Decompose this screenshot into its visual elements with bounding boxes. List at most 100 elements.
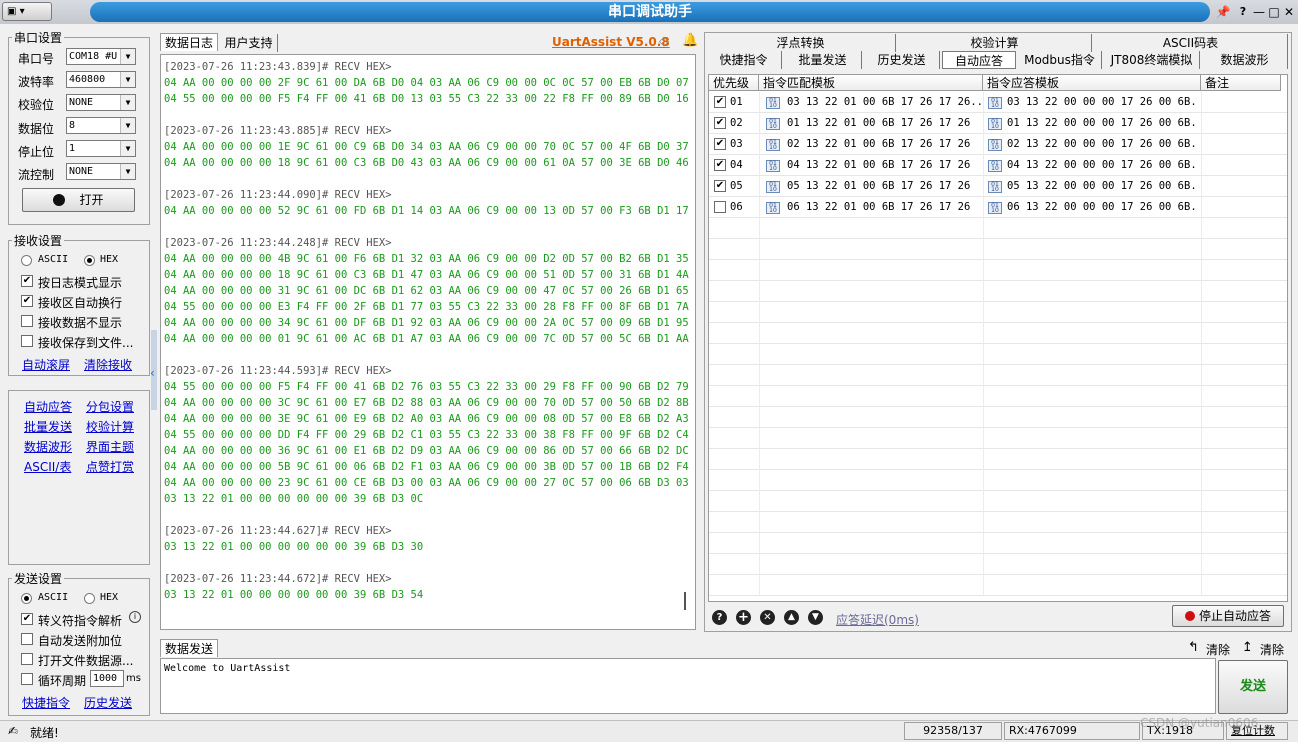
- table-row[interactable]: ✔ 04 01 10 04 13 22 01 00 6B 17 26 17 26 01 10…: [709, 155, 1287, 176]
- hide-recv-checkbox[interactable]: [21, 315, 33, 327]
- send-ascii-radio[interactable]: [21, 593, 32, 604]
- clear-send-icon[interactable]: ↰: [1188, 640, 1199, 655]
- save-file-checkbox[interactable]: [21, 335, 33, 347]
- escape-checkbox[interactable]: ✔: [21, 613, 33, 625]
- tab-right-4[interactable]: Modbus指令: [1018, 51, 1102, 69]
- baud-select[interactable]: 460800 ▼: [66, 71, 136, 88]
- table-row[interactable]: 06 01 10 06 13 22 01 00 6B 17 26 17 26 01 10 0…: [709, 197, 1287, 218]
- port-select[interactable]: COM18 #U ▼: [66, 48, 136, 65]
- row-enable-checkbox[interactable]: ✔: [714, 138, 726, 150]
- table-row[interactable]: [709, 428, 1287, 449]
- brand-link[interactable]: UartAssist V5.0.8: [552, 35, 670, 49]
- table-header-0[interactable]: 优先级: [709, 75, 759, 91]
- flow-select[interactable]: NONE ▼: [66, 163, 136, 180]
- table-row[interactable]: [709, 533, 1287, 554]
- tab-right-2[interactable]: 历史发送: [864, 51, 940, 69]
- maximize-icon[interactable]: □: [1266, 4, 1282, 20]
- open-port-button[interactable]: 打开: [22, 188, 135, 212]
- hex-icon[interactable]: 01 10: [988, 118, 1002, 130]
- tab-right-1[interactable]: 批量发送: [784, 51, 862, 69]
- table-row[interactable]: [709, 386, 1287, 407]
- history-send-link[interactable]: 历史发送: [84, 694, 132, 711]
- append-bit-checkbox[interactable]: [21, 633, 33, 645]
- tab-top-1[interactable]: 校验计算: [898, 34, 1092, 52]
- stop-auto-reply-button[interactable]: 停止自动应答: [1172, 605, 1284, 627]
- recv-ascii-radio[interactable]: [21, 255, 32, 266]
- auto-scroll-link[interactable]: 自动滚屏: [22, 356, 70, 373]
- table-row[interactable]: [709, 554, 1287, 575]
- clear-send-button[interactable]: 清除: [1206, 641, 1230, 658]
- hex-icon[interactable]: 01 10: [766, 139, 780, 151]
- file-source-checkbox[interactable]: [21, 653, 33, 665]
- clear-history-icon[interactable]: ↥: [1242, 640, 1253, 655]
- help-circle-icon[interactable]: ?: [712, 610, 727, 625]
- table-row[interactable]: [709, 239, 1287, 260]
- table-row[interactable]: [709, 302, 1287, 323]
- row-enable-checkbox[interactable]: ✔: [714, 159, 726, 171]
- send-button[interactable]: 发送: [1218, 660, 1288, 714]
- packet-settings-link[interactable]: 分包设置: [86, 398, 134, 415]
- tab-top-0[interactable]: 浮点转换: [706, 34, 896, 52]
- move-down-icon[interactable]: ▼: [808, 610, 823, 625]
- hex-icon[interactable]: 01 10: [988, 139, 1002, 151]
- table-row[interactable]: [709, 323, 1287, 344]
- table-row[interactable]: [709, 407, 1287, 428]
- table-row[interactable]: [709, 575, 1287, 596]
- tab-top-2[interactable]: ASCII码表: [1094, 34, 1288, 52]
- waveform-link[interactable]: 数据波形: [24, 438, 72, 455]
- clear-history-button[interactable]: 清除: [1260, 641, 1284, 658]
- ascii-table-link[interactable]: ASCII/表: [24, 458, 71, 475]
- databits-select[interactable]: 8 ▼: [66, 117, 136, 134]
- table-row[interactable]: [709, 344, 1287, 365]
- auto-wrap-checkbox[interactable]: ✔: [21, 295, 33, 307]
- hex-icon[interactable]: 01 10: [766, 202, 780, 214]
- hex-icon[interactable]: 01 10: [766, 181, 780, 193]
- receive-log[interactable]: [2023-07-26 11:23:43.839]# RECV HEX> 04 A…: [160, 54, 696, 630]
- tab-right-0[interactable]: 快捷指令: [706, 51, 782, 69]
- tab-right-3[interactable]: 自动应答: [942, 51, 1016, 69]
- theme-link[interactable]: 界面主题: [86, 438, 134, 455]
- log-mode-checkbox[interactable]: ✔: [21, 275, 33, 287]
- loop-checkbox[interactable]: [21, 673, 33, 685]
- delete-circle-icon[interactable]: ✕: [760, 610, 775, 625]
- collapse-icon[interactable]: ‹: [150, 366, 155, 380]
- batch-send-link[interactable]: 批量发送: [24, 418, 72, 435]
- send-hex-radio[interactable]: [84, 593, 95, 604]
- table-row[interactable]: [709, 491, 1287, 512]
- hex-icon[interactable]: 01 10: [766, 97, 780, 109]
- table-row[interactable]: ✔ 05 01 10 05 13 22 01 00 6B 17 26 17 26 01 10…: [709, 176, 1287, 197]
- tab-user-support[interactable]: 用户支持: [220, 34, 278, 52]
- row-enable-checkbox[interactable]: ✔: [714, 96, 726, 108]
- table-row[interactable]: ✔ 01 01 10 03 13 22 01 00 6B 17 26 17 26... 0…: [709, 92, 1287, 113]
- help-icon[interactable]: ?: [1235, 4, 1251, 20]
- recv-hex-radio[interactable]: [84, 255, 95, 266]
- table-row[interactable]: [709, 512, 1287, 533]
- table-row[interactable]: [709, 365, 1287, 386]
- table-row[interactable]: [709, 260, 1287, 281]
- parity-select[interactable]: NONE ▼: [66, 94, 136, 111]
- period-input[interactable]: 1000: [90, 670, 124, 687]
- table-header-2[interactable]: 指令应答模板: [983, 75, 1201, 91]
- row-enable-checkbox[interactable]: ✔: [714, 180, 726, 192]
- add-circle-icon[interactable]: +: [736, 610, 751, 625]
- reply-delay-link[interactable]: 应答延迟(0ms): [836, 611, 919, 628]
- tab-right-5[interactable]: JT808终端模拟: [1104, 51, 1200, 69]
- table-row[interactable]: ✔ 02 01 10 01 13 22 01 00 6B 17 26 17 26 01 10…: [709, 113, 1287, 134]
- bell-icon[interactable]: 🔔: [682, 33, 698, 48]
- hex-icon[interactable]: 01 10: [988, 160, 1002, 172]
- row-enable-checkbox[interactable]: ✔: [714, 117, 726, 129]
- stopbits-select[interactable]: 1 ▼: [66, 140, 136, 157]
- quick-cmd-link[interactable]: 快捷指令: [22, 694, 70, 711]
- checksum-link[interactable]: 校验计算: [86, 418, 134, 435]
- send-input[interactable]: Welcome to UartAssist: [160, 658, 1216, 714]
- tab-data-log[interactable]: 数据日志: [160, 33, 218, 51]
- close-icon[interactable]: ✕: [1281, 4, 1297, 20]
- table-row[interactable]: [709, 281, 1287, 302]
- log-scrollbar[interactable]: [684, 592, 686, 610]
- move-up-icon[interactable]: ▲: [784, 610, 799, 625]
- hex-icon[interactable]: 01 10: [766, 118, 780, 130]
- pin-icon[interactable]: 📌: [1215, 4, 1231, 20]
- table-row[interactable]: ✔ 03 01 10 02 13 22 01 00 6B 17 26 17 26 01 10…: [709, 134, 1287, 155]
- table-row[interactable]: [709, 470, 1287, 491]
- auto-reply-link[interactable]: 自动应答: [24, 398, 72, 415]
